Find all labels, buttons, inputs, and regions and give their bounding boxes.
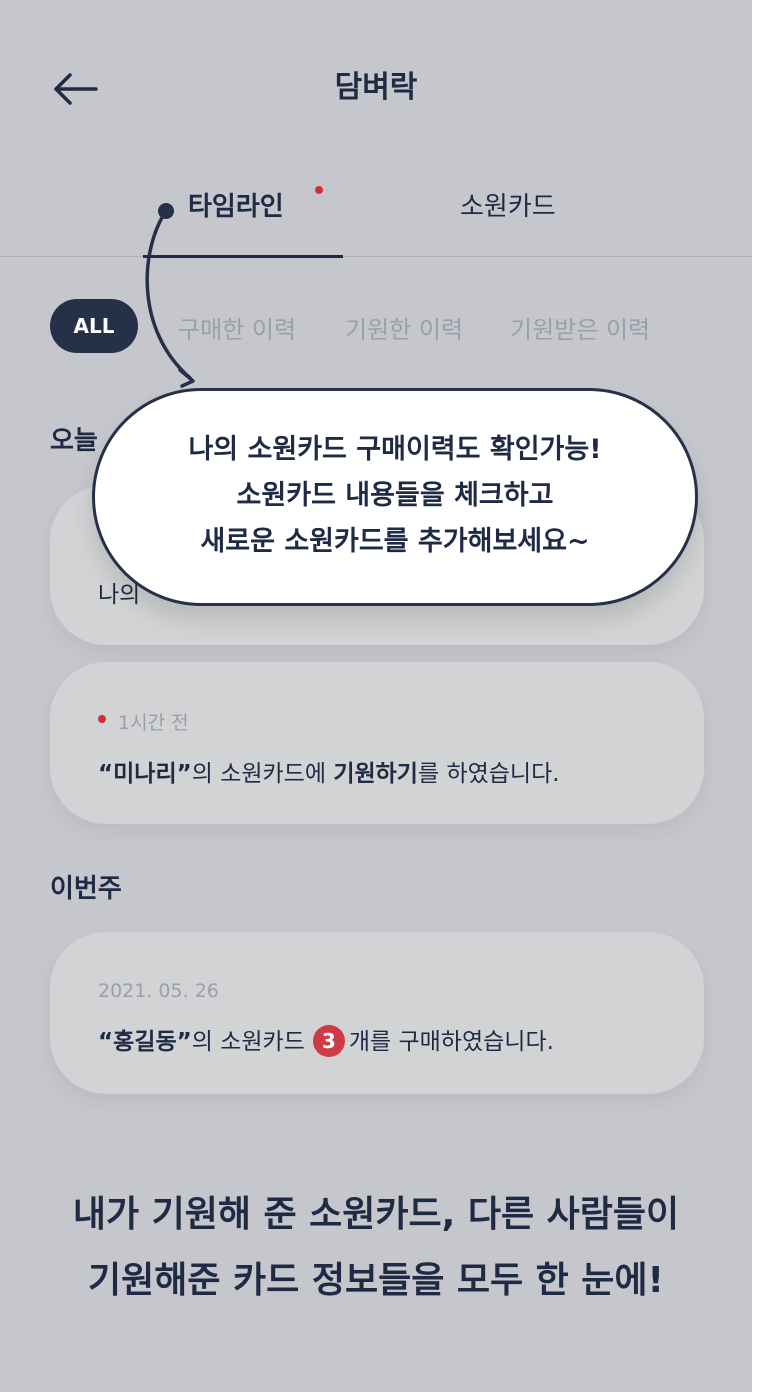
card-text-mid: 의 소원카드 — [191, 1029, 305, 1055]
card-user-name: 미나리 — [113, 761, 177, 787]
card-user-name: 홍길동 — [113, 1029, 177, 1055]
card-text: “홍길동”의 소원카드 3 개를 구매하였습니다. — [98, 1022, 554, 1059]
card-text-tail: 개를 구매하였습니다. — [348, 1029, 554, 1055]
card-action: 기원하기 — [333, 761, 418, 787]
quote-close: ” — [176, 1029, 192, 1055]
quote-open: “ — [98, 1029, 114, 1055]
timeline-card[interactable]: 2021. 05. 26 “홍길동”의 소원카드 3 개를 구매하였습니다. — [50, 932, 704, 1094]
quote-close: ” — [176, 761, 192, 787]
footer-line: 기원해준 카드 정보들을 모두 한 눈에! — [88, 1260, 664, 1301]
timeline-card[interactable]: 1시간 전 “미나리”의 소원카드에 기원하기를 하였습니다. — [50, 662, 704, 824]
pointer-arrow-icon — [145, 203, 195, 388]
callout-line: 새로운 소원카드를 추가해보세요~ — [200, 526, 590, 557]
card-text-tail: 를 하였습니다. — [417, 761, 560, 787]
screen: 담벼락 타임라인 소원카드 ALL 구매한 이력 기원한 이력 기원받은 이력 … — [0, 0, 752, 1392]
quote-open: “ — [98, 761, 114, 787]
section-title-week: 이번주 — [50, 874, 122, 904]
callout-line: 소원카드 내용들을 체크하고 — [236, 480, 554, 511]
card-text-mid: 의 소원카드에 — [191, 761, 334, 787]
tooltip-callout: 나의 소원카드 구매이력도 확인가능! 소원카드 내용들을 체크하고 새로운 소… — [92, 388, 698, 606]
card-time: 1시간 전 — [118, 712, 189, 734]
unread-dot — [98, 715, 106, 723]
card-text: “미나리”의 소원카드에 기원하기를 하였습니다. — [98, 754, 560, 788]
callout-line: 나의 소원카드 구매이력도 확인가능! — [188, 434, 602, 465]
section-title-today: 오늘 — [50, 426, 98, 456]
count-badge: 3 — [312, 1024, 345, 1057]
edge-strip — [752, 0, 774, 1392]
footer-caption: 내가 기원해 준 소원카드, 다른 사람들이 기원해준 카드 정보들을 모두 한… — [0, 1182, 752, 1314]
footer-line: 내가 기원해 준 소원카드, 다른 사람들이 — [72, 1194, 680, 1235]
card-date: 2021. 05. 26 — [98, 980, 219, 1002]
